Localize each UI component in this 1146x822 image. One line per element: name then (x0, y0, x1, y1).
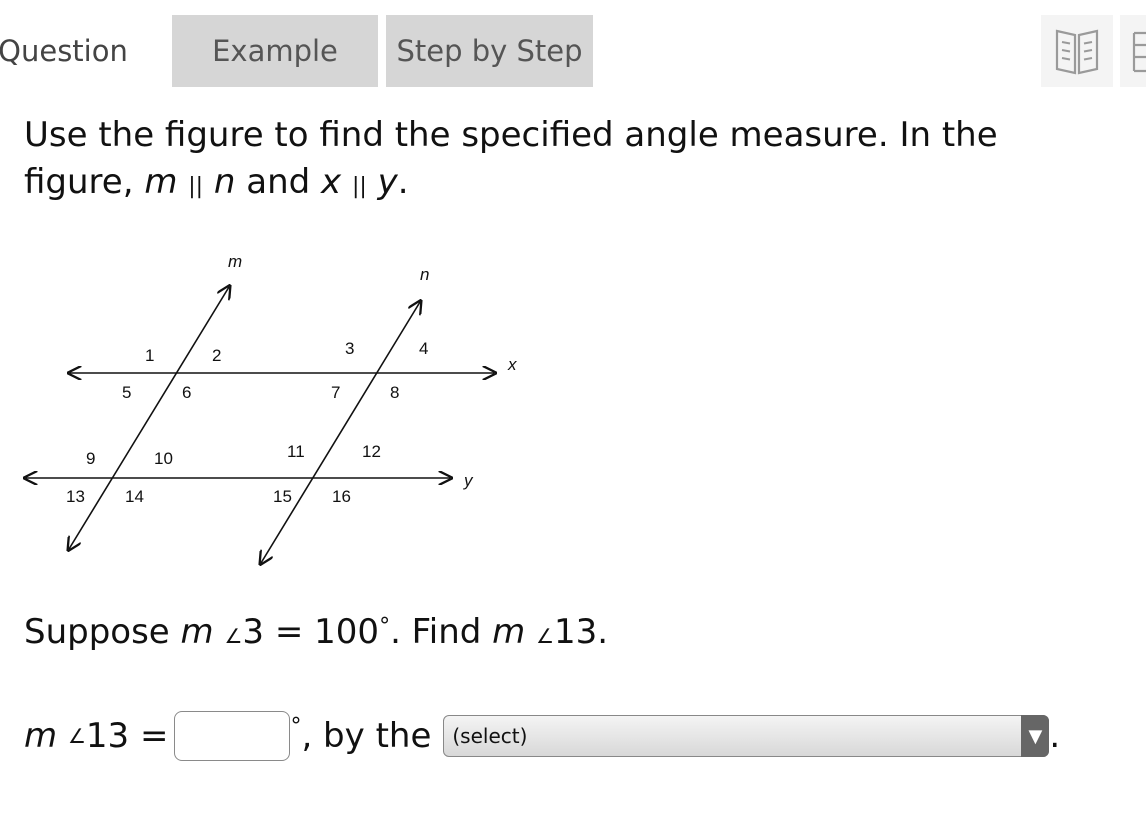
prompt-line-1: Use the figure to find the specified ang… (24, 115, 998, 155)
answer-row: m ∠ 13 = °, by the (select) ▼ . (24, 708, 1060, 764)
variable-m: m (144, 162, 178, 202)
angle-answer-input[interactable] (174, 711, 291, 761)
variable-x: x (321, 162, 342, 202)
question-find: . Find (390, 612, 493, 652)
prompt-period: . (397, 162, 409, 202)
dropdown-arrow-icon[interactable]: ▼ (1021, 715, 1050, 757)
angle-label-5: 5 (122, 383, 131, 402)
angle-label-7: 7 (331, 383, 340, 402)
reason-select[interactable]: (select) ▼ (443, 715, 1050, 757)
angle-label-9: 9 (86, 449, 95, 468)
question-suppose: Suppose (24, 612, 181, 652)
variable-n: n (213, 162, 236, 202)
angle-label-10: 10 (154, 449, 173, 468)
label-y: y (463, 471, 474, 490)
angle-symbol: ∠ (536, 624, 555, 648)
book-icon-button[interactable] (1041, 15, 1113, 87)
label-x: x (507, 355, 517, 374)
prompt-and: and (235, 162, 322, 202)
angle-label-8: 8 (390, 383, 399, 402)
angle-label-4: 4 (419, 339, 428, 358)
line-m (69, 287, 229, 549)
partial-icon (1132, 31, 1146, 73)
angle-label-11: 11 (287, 442, 305, 461)
angle-label-16: 16 (332, 487, 351, 506)
parallel-symbol: || (351, 174, 367, 199)
tab-question[interactable]: Question (0, 15, 138, 87)
prompt-line-2: figure, m || n and x || y. (24, 159, 1104, 210)
answer-period: . (1049, 716, 1061, 756)
partial-icon-button[interactable] (1120, 15, 1146, 87)
tab-step-by-step[interactable]: Step by Step (386, 15, 593, 87)
angle-label-14: 14 (125, 487, 144, 506)
angle-label-13: 13 (66, 487, 85, 506)
book-icon (1055, 29, 1099, 75)
angle-label-6: 6 (182, 383, 191, 402)
target-angle: 13. (554, 612, 609, 652)
angle-label-15: 15 (273, 487, 292, 506)
parallel-symbol: || (188, 174, 204, 199)
answer-by-the: , by the (301, 716, 432, 756)
label-n: n (420, 265, 429, 284)
angle-label-3: 3 (345, 339, 354, 358)
variable-y: y (377, 162, 398, 202)
label-m: m (228, 252, 242, 271)
prompt-text: figure, (24, 162, 145, 202)
answer-label: 13 = (85, 716, 169, 756)
degree-symbol: ° (379, 614, 391, 639)
tab-example[interactable]: Example (172, 15, 378, 87)
reason-select-value: (select) (452, 724, 528, 748)
problem-prompt: Use the figure to find the specified ang… (24, 112, 1104, 210)
angle-symbol: ∠ (224, 624, 243, 648)
degree-symbol: ° (290, 713, 302, 739)
angle-symbol: ∠ (67, 724, 86, 748)
question-text: Suppose m ∠3 = 100°. Find m ∠13. (24, 612, 608, 652)
measure-m: m (180, 612, 214, 652)
measure-m: m (24, 716, 58, 756)
given-angle: 3 = 100 (242, 612, 380, 652)
measure-m: m (492, 612, 526, 652)
geometry-figure: m n x y 1 2 3 4 5 6 7 8 9 10 11 12 13 14… (0, 252, 517, 580)
line-n (261, 302, 420, 563)
angle-label-2: 2 (212, 346, 221, 365)
angle-label-1: 1 (145, 346, 154, 365)
angle-label-12: 12 (362, 442, 381, 461)
